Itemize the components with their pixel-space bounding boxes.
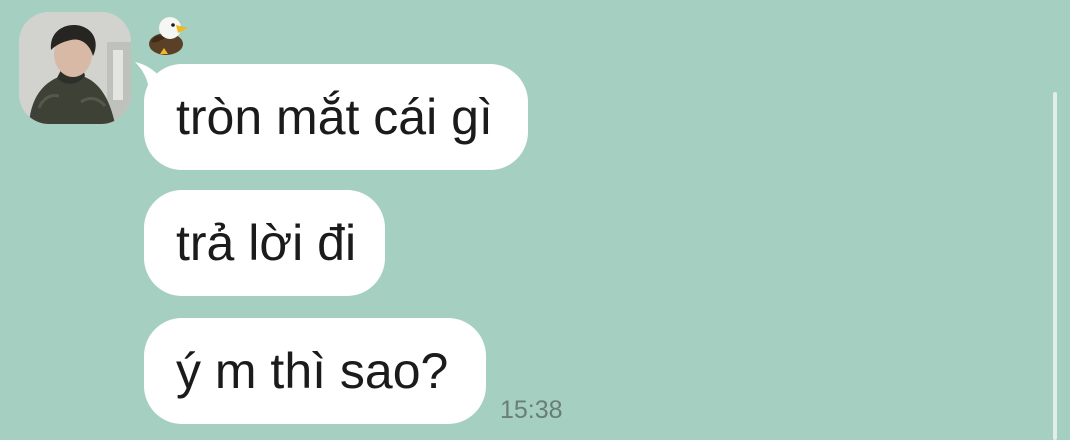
user-avatar-icon <box>19 12 131 124</box>
scrollbar[interactable] <box>1053 92 1057 440</box>
sender-avatar[interactable] <box>19 12 131 124</box>
eagle-icon <box>149 17 188 55</box>
message-text: ý m thì sao? <box>176 343 449 399</box>
chat-area: tròn mắt cái gì trả lời đi ý m thì sao? … <box>0 0 1070 440</box>
message-timestamp: 15:38 <box>500 396 563 424</box>
message-text: trả lời đi <box>176 215 357 271</box>
message-text: tròn mắt cái gì <box>176 89 493 145</box>
sender-badge <box>146 14 194 56</box>
message-bubble[interactable]: tròn mắt cái gì <box>144 64 528 170</box>
message-bubble[interactable]: trả lời đi <box>144 190 385 296</box>
message-bubble[interactable]: ý m thì sao? <box>144 318 486 424</box>
